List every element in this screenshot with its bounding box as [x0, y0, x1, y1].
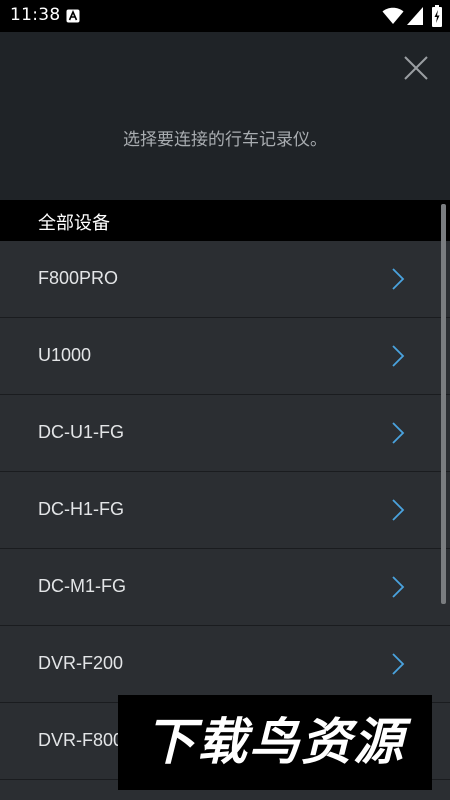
watermark-text: 下载鸟资源: [145, 713, 405, 771]
device-item-dc-m1-fg[interactable]: DC-M1-FG: [0, 549, 450, 626]
device-item-dc-h1-fg[interactable]: DC-H1-FG: [0, 472, 450, 549]
device-item-dc-u1-fg[interactable]: DC-U1-FG: [0, 395, 450, 472]
device-label: DVR-F800: [38, 730, 124, 750]
device-label: DC-M1-FG: [38, 576, 126, 596]
watermark: 下载鸟资源: [118, 695, 432, 790]
screen: 11:38 选择要连接的行车记录仪。 全部设备 F800PRO U1000 DC…: [0, 0, 450, 800]
header: 选择要连接的行车记录仪。: [0, 32, 450, 200]
device-item-f800pro[interactable]: F800PRO: [0, 241, 450, 318]
signal-icon: [407, 7, 423, 25]
chevron-right-icon: [392, 268, 405, 290]
device-label: DVR-F200: [38, 653, 124, 673]
chevron-right-icon: [392, 345, 405, 367]
scrollbar[interactable]: [441, 204, 446, 604]
chevron-right-icon: [392, 653, 405, 675]
chevron-right-icon: [392, 499, 405, 521]
header-subtitle: 选择要连接的行车记录仪。: [123, 130, 327, 150]
device-item-u1000[interactable]: U1000: [0, 318, 450, 395]
device-item-dvr-f200[interactable]: DVR-F200: [0, 626, 450, 703]
device-label: U1000: [38, 345, 92, 365]
a-letter-icon: [66, 9, 80, 23]
status-bar: 11:38: [0, 0, 450, 32]
status-time: 11:38: [10, 5, 61, 25]
chevron-right-icon: [392, 422, 405, 444]
device-label: DC-H1-FG: [38, 499, 124, 519]
section-title: 全部设备: [38, 213, 110, 234]
device-label: DC-U1-FG: [38, 422, 124, 442]
section-header: 全部设备: [0, 200, 450, 241]
device-label: F800PRO: [38, 268, 119, 288]
close-icon[interactable]: [400, 52, 432, 84]
chevron-right-icon: [392, 576, 405, 598]
wifi-icon: [382, 7, 404, 24]
battery-charging-icon: [432, 5, 442, 27]
